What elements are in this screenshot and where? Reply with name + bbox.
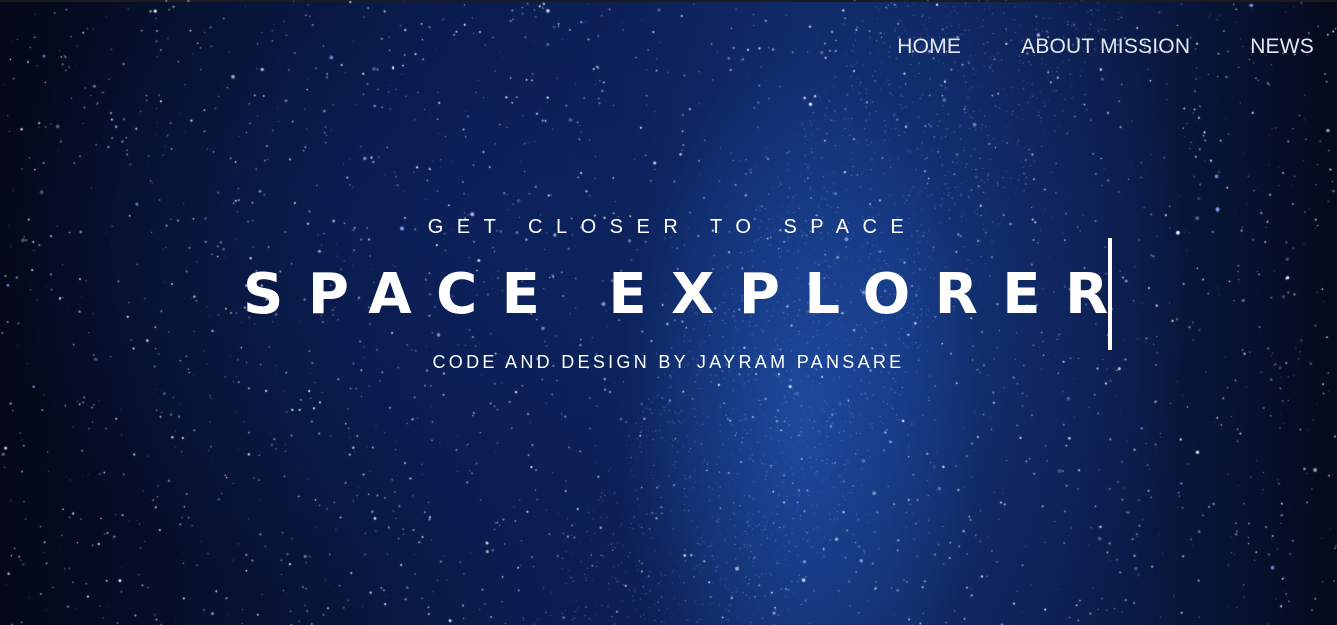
hero-section: HOME ABOUT MISSION NEWS GET CLOSER TO SP… <box>0 0 1337 625</box>
hero-title: SPACE EXPLORER <box>243 262 1133 327</box>
nav-link-news[interactable]: NEWS <box>1250 33 1314 61</box>
typing-cursor <box>1108 238 1112 350</box>
hero-tagline: GET CLOSER TO SPACE <box>427 216 918 238</box>
nav-link-about-mission[interactable]: ABOUT MISSION <box>1021 33 1190 61</box>
hero-byline: CODE AND DESIGN BY JAYRAM PANSARE <box>432 352 905 372</box>
main-nav: HOME ABOUT MISSION NEWS <box>897 33 1314 61</box>
nav-link-home[interactable]: HOME <box>897 33 961 61</box>
